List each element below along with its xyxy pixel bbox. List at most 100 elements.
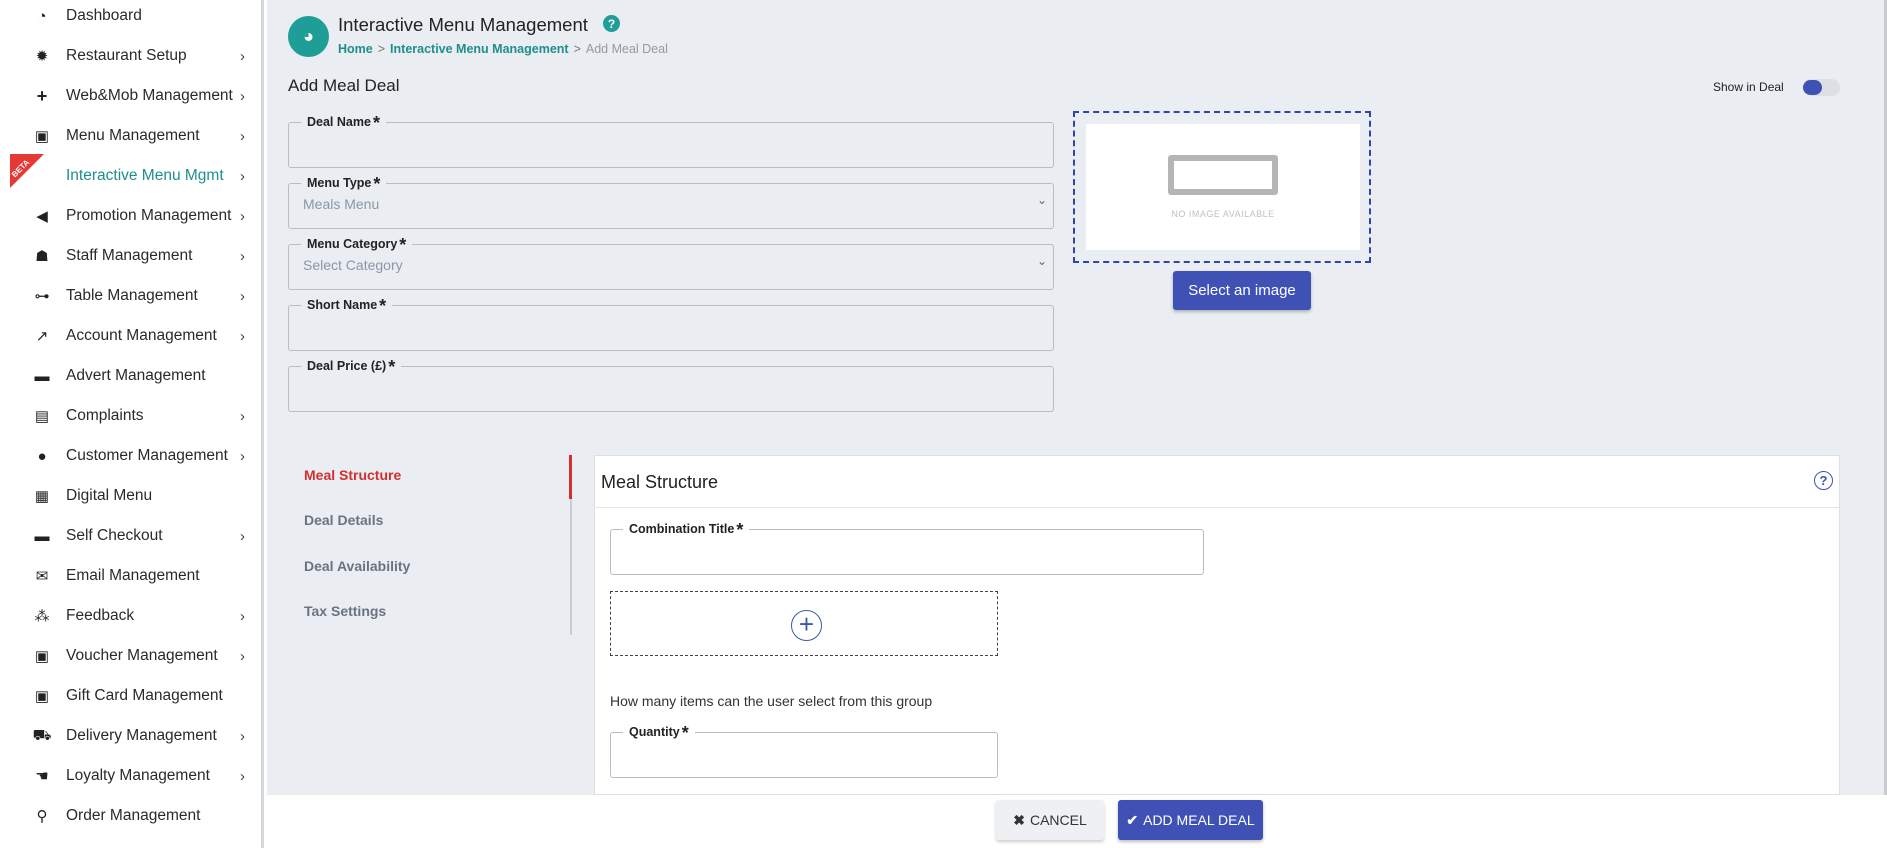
add-circle-icon[interactable]: + xyxy=(791,610,822,641)
quantity-field[interactable]: Quantity * xyxy=(610,723,998,778)
grid-icon: ▦ xyxy=(34,488,50,505)
deal-tabs: Meal Structure Deal Details Deal Availab… xyxy=(288,455,550,635)
tab-deal-availability[interactable]: Deal Availability xyxy=(304,558,410,574)
plus-icon: + xyxy=(36,85,48,106)
sidebar-item-label: Loyalty Management xyxy=(66,767,210,784)
dashboard-icon: ◔ xyxy=(37,7,47,25)
sidebar-item-label: Staff Management xyxy=(66,247,193,264)
deal-name-label: Deal Name * xyxy=(301,113,386,134)
chevron-right-icon: › xyxy=(240,407,245,425)
hand-coin-icon: ☚ xyxy=(35,768,49,785)
sidebar-item-table[interactable]: ⊶ Table Management › xyxy=(0,276,261,316)
tab-deal-details[interactable]: Deal Details xyxy=(304,512,383,528)
table-icon: ⊶ xyxy=(34,288,50,305)
sidebar-item-interactive-menu[interactable]: Interactive Menu Mgmt › xyxy=(0,156,261,196)
card-title: Meal Structure xyxy=(601,472,719,492)
chevron-right-icon: › xyxy=(240,247,245,265)
sidebar-item-self-checkout[interactable]: ▬ Self Checkout › xyxy=(0,516,261,556)
chevron-right-icon: › xyxy=(240,87,245,105)
document-icon: ▤ xyxy=(34,408,50,425)
breadcrumb-interactive-menu[interactable]: Interactive Menu Management xyxy=(390,42,569,56)
sidebar-item-label: Digital Menu xyxy=(66,487,153,504)
sidebar-item-promotion[interactable]: ◀ Promotion Management › xyxy=(0,196,261,236)
deal-price-label: Deal Price (£) * xyxy=(301,357,402,378)
sidebar-item-dashboard[interactable]: ◔ Dashboard xyxy=(0,0,261,36)
deal-price-field[interactable]: Deal Price (£) * xyxy=(288,357,1054,412)
sidebar-item-restaurant-setup[interactable]: ✹ Restaurant Setup › xyxy=(0,36,261,76)
chevron-down-icon: ⌄ xyxy=(1036,193,1047,207)
menu-category-label: Menu Category * xyxy=(301,235,413,256)
chevron-right-icon: › xyxy=(240,727,245,745)
short-name-field[interactable]: Short Name * xyxy=(288,296,1054,351)
short-name-label: Short Name * xyxy=(301,296,393,317)
close-icon: ✖ xyxy=(1013,811,1025,828)
checkout-icon: ▬ xyxy=(34,527,50,545)
sidebar-item-label: Order Management xyxy=(66,807,201,824)
sidebar-item-web-mob[interactable]: + Web&Mob Management › xyxy=(0,76,261,116)
show-in-deal-label: Show in Deal xyxy=(1713,80,1784,94)
sidebar-item-account[interactable]: ↗ Account Management › xyxy=(0,316,261,356)
sidebar-item-label: Self Checkout xyxy=(66,527,163,544)
form-title: Add Meal Deal xyxy=(288,76,400,95)
add-meal-deal-button[interactable]: ✔ ADD MEAL DEAL xyxy=(1118,800,1263,840)
footer-actions: ✖ CANCEL ✔ ADD MEAL DEAL xyxy=(267,795,1887,848)
truck-icon: ⛟ xyxy=(32,726,52,744)
sidebar-item-menu-management[interactable]: ▣ Menu Management › xyxy=(0,116,261,156)
sidebar-item-order[interactable]: ⚲ Order Management xyxy=(0,796,261,836)
breadcrumb-home[interactable]: Home xyxy=(338,42,373,56)
sidebar-item-label: Web&Mob Management xyxy=(66,87,233,104)
show-in-deal-toggle[interactable] xyxy=(1803,79,1840,96)
sidebar-item-label: Interactive Menu Mgmt xyxy=(66,167,224,184)
breadcrumb-current: Add Meal Deal xyxy=(585,42,668,56)
help-icon[interactable]: ? xyxy=(1814,471,1833,490)
sidebar-item-complaints[interactable]: ▤ Complaints › xyxy=(0,396,261,436)
sidebar-item-gift-card[interactable]: ▣ Gift Card Management xyxy=(0,676,261,716)
sidebar-item-label: Advert Management xyxy=(66,367,206,384)
tab-tax-settings[interactable]: Tax Settings xyxy=(304,603,386,619)
chevron-right-icon: › xyxy=(240,607,245,625)
sidebar-item-staff[interactable]: ☗ Staff Management › xyxy=(0,236,261,276)
sidebar-item-delivery[interactable]: ⛟ Delivery Management › xyxy=(0,716,261,756)
sidebar-item-label: Table Management xyxy=(66,287,198,304)
waiter-icon: ⚲ xyxy=(36,808,48,825)
menu-category-select[interactable]: Menu Category * Select Category ⌄ xyxy=(288,235,1054,290)
chevron-right-icon: › xyxy=(240,47,245,65)
sitemap-icon: ⁂ xyxy=(34,608,50,625)
tab-meal-structure[interactable]: Meal Structure xyxy=(304,467,401,483)
sidebar-item-digital-menu[interactable]: ▦ Digital Menu xyxy=(0,476,261,516)
sidebar-item-label: Complaints xyxy=(66,407,144,424)
chevron-right-icon: › xyxy=(240,327,245,345)
sidebar-item-label: Voucher Management xyxy=(66,647,218,664)
gear-icon: ✹ xyxy=(35,48,49,65)
cancel-label: CANCEL xyxy=(1029,812,1087,828)
sidebar-item-email[interactable]: ✉ Email Management xyxy=(0,556,261,596)
deal-name-field[interactable]: Deal Name * xyxy=(288,113,1054,168)
toggle-knob xyxy=(1803,80,1822,95)
divider xyxy=(595,507,1839,508)
monitor-icon: ▬ xyxy=(34,367,50,385)
user-icon: ● xyxy=(37,447,47,465)
sidebar-item-customer[interactable]: ● Customer Management › xyxy=(0,436,261,476)
chevron-down-icon: ⌄ xyxy=(1036,254,1047,268)
sidebar-item-advert[interactable]: ▬ Advert Management xyxy=(0,356,261,396)
select-image-button[interactable]: Select an image xyxy=(1173,271,1311,310)
sidebar-item-label: Promotion Management xyxy=(66,207,232,224)
sidebar-item-label: Delivery Management xyxy=(66,727,217,744)
sidebar-item-feedback[interactable]: ⁂ Feedback › xyxy=(0,596,261,636)
menu-type-select[interactable]: Menu Type * Meals Menu ⌄ xyxy=(288,174,1054,229)
sidebar-item-label: Menu Management xyxy=(66,127,200,144)
quantity-label: Quantity * xyxy=(623,723,695,744)
chevron-right-icon: › xyxy=(240,527,245,545)
sidebar-item-loyalty[interactable]: ☚ Loyalty Management › xyxy=(0,756,261,796)
chevron-right-icon: › xyxy=(240,287,245,305)
cancel-button[interactable]: ✖ CANCEL xyxy=(996,800,1104,840)
sidebar-item-voucher[interactable]: ▣ Voucher Management › xyxy=(0,636,261,676)
add-item-box[interactable]: + xyxy=(610,591,998,656)
chart-icon: ↗ xyxy=(35,328,49,345)
combination-title-label: Combination Title * xyxy=(623,520,750,541)
no-image-placeholder: NO IMAGE AVAILABLE xyxy=(1086,124,1360,250)
sidebar-item-label: Dashboard xyxy=(66,7,142,24)
help-icon[interactable]: ? xyxy=(603,15,620,32)
sidebar-item-label: Gift Card Management xyxy=(66,687,223,704)
combination-title-field[interactable]: Combination Title * xyxy=(610,520,1204,575)
